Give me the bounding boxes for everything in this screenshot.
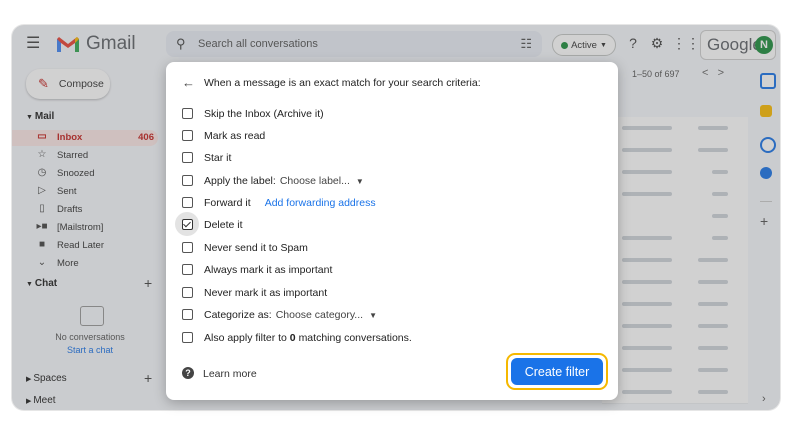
- add-forwarding-address-link[interactable]: Add forwarding address: [265, 197, 376, 209]
- checkbox-skip-inbox[interactable]: [182, 108, 193, 119]
- create-filter-button[interactable]: Create filter: [511, 358, 603, 385]
- back-arrow-icon[interactable]: ←: [182, 75, 195, 90]
- dialog-title: When a message is an exact match for you…: [204, 77, 481, 89]
- checkbox-always-important[interactable]: [182, 264, 193, 275]
- matching-count: 0: [289, 332, 296, 344]
- checkbox-categorize[interactable]: [182, 309, 193, 320]
- checkbox-delete-it[interactable]: [182, 219, 193, 230]
- learn-more-link[interactable]: Learn more: [203, 368, 257, 380]
- checkbox-never-important[interactable]: [182, 287, 193, 298]
- option-always-important[interactable]: Always mark it as important: [182, 262, 602, 280]
- checkbox-mark-read[interactable]: [182, 130, 193, 141]
- caret-down-icon: ▼: [355, 177, 364, 186]
- category-select[interactable]: Choose category... ▼: [276, 309, 377, 321]
- option-never-important[interactable]: Never mark it as important: [182, 285, 602, 303]
- checkbox-star-it[interactable]: [182, 152, 193, 163]
- create-filter-highlight: Create filter: [506, 353, 608, 390]
- checkbox-never-spam[interactable]: [182, 242, 193, 253]
- label-select[interactable]: Choose label... ▼: [280, 175, 364, 187]
- option-mark-read[interactable]: Mark as read: [182, 128, 602, 146]
- checkbox-apply-label[interactable]: [182, 175, 193, 186]
- option-skip-inbox[interactable]: Skip the Inbox (Archive it): [182, 106, 602, 124]
- option-apply-label[interactable]: Apply the label: Choose label... ▼: [182, 173, 602, 191]
- option-delete-it[interactable]: Delete it: [175, 212, 602, 236]
- checkbox-apply-existing[interactable]: [182, 332, 193, 343]
- option-star-it[interactable]: Star it: [182, 150, 602, 168]
- option-apply-existing[interactable]: Also apply filter to 0 matching conversa…: [182, 330, 602, 348]
- option-forward-it[interactable]: Forward it Add forwarding address: [182, 195, 602, 213]
- create-filter-dialog: ← When a message is an exact match for y…: [166, 62, 618, 400]
- caret-down-icon: ▼: [369, 311, 377, 320]
- help-circle-icon[interactable]: ?: [182, 367, 194, 379]
- option-categorize[interactable]: Categorize as: Choose category... ▼: [182, 307, 602, 325]
- option-never-spam[interactable]: Never send it to Spam: [182, 240, 602, 258]
- checkbox-forward-it[interactable]: [182, 197, 193, 208]
